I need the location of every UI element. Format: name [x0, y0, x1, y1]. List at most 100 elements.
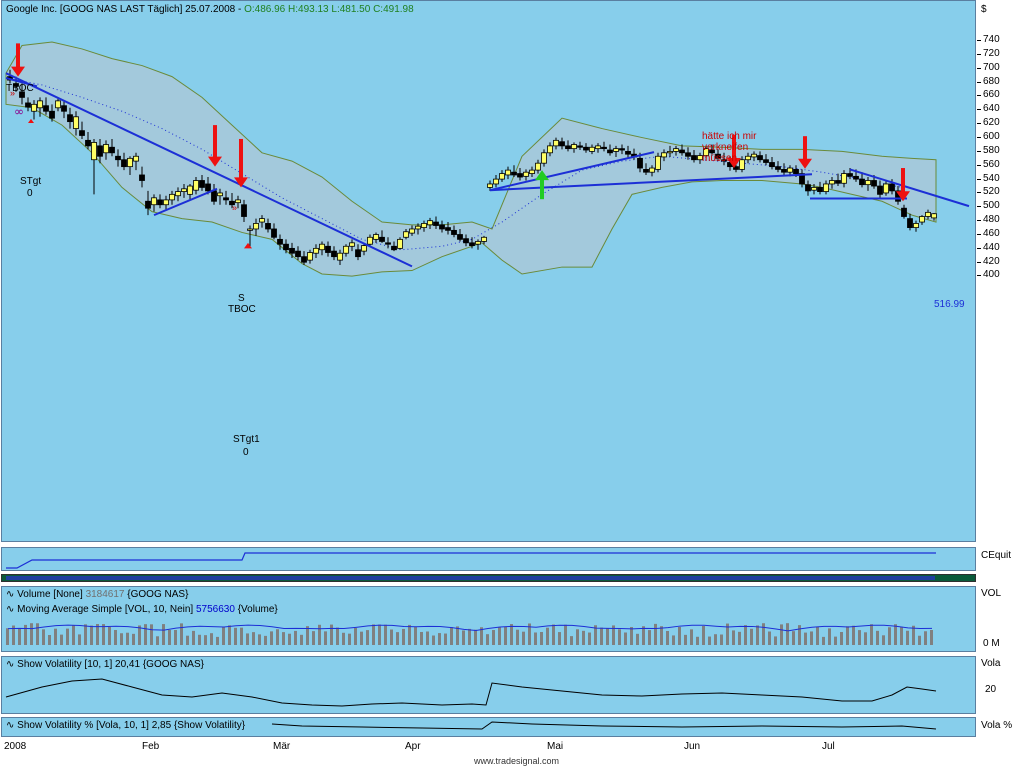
volume-bar [456, 626, 459, 645]
volume-title-icon: ∿ [6, 589, 15, 600]
volume-bar [828, 628, 831, 645]
candle-body [877, 185, 883, 195]
volume-ma-title: ∿ Moving Average Simple [VOL, 10, Nein] … [6, 604, 278, 615]
candle-body [853, 175, 859, 180]
candle-body [787, 167, 793, 173]
volume-bar [906, 630, 909, 645]
candle-body [307, 252, 313, 261]
volume-bar [798, 625, 801, 645]
volume-bar [192, 630, 195, 645]
candle-body [373, 234, 379, 240]
volume-bar [660, 626, 663, 645]
stgt1-arrow [244, 242, 252, 249]
volume-bar [276, 629, 279, 645]
candle-body [511, 171, 517, 176]
candle-body [619, 148, 625, 151]
marker-tboc-1: TBOC [6, 83, 34, 94]
price-chart-panel[interactable]: ∞»» Google Inc. [GOOG NAS LAST Täglich] … [1, 0, 976, 542]
price-tick-label: 580 [977, 144, 1000, 156]
candle-body [625, 151, 631, 155]
volume-bar [384, 624, 387, 645]
volume-bar [876, 630, 879, 645]
candle-body [859, 178, 865, 186]
volume-bar [846, 626, 849, 645]
candle-body [439, 224, 445, 230]
candle-body [757, 155, 763, 161]
stgt-1-arrow [28, 118, 34, 124]
candle-body [343, 245, 349, 254]
price-tick-label: 640 [977, 103, 1000, 115]
price-tick-label: 520 [977, 186, 1000, 198]
volume-bar [348, 633, 351, 645]
candle-body [577, 145, 583, 148]
volume-bar [264, 635, 267, 645]
candle-body [607, 149, 613, 154]
candle-body [277, 238, 283, 245]
candle-body [463, 238, 469, 244]
candle-body [331, 250, 337, 258]
volume-bar [534, 632, 537, 645]
candle-body [595, 145, 601, 150]
volatility-pct-panel[interactable]: ∿ Show Volatility % [Vola, 10, 1] 2,85 {… [1, 717, 976, 737]
volume-bar [426, 631, 429, 645]
candle-body [157, 199, 163, 206]
candle-body [523, 171, 529, 177]
candle-body [403, 231, 409, 238]
comment-line-1: hätte ich mir [702, 131, 757, 142]
volume-panel[interactable]: ∿ Volume [None] 3184617 {GOOG NAS} ∿ Mov… [1, 586, 976, 652]
candle-body [823, 183, 829, 192]
candle-body [583, 146, 589, 151]
candle-body [163, 199, 169, 206]
volume-bar [714, 634, 717, 645]
volatility-axis: Vola 20 [977, 656, 1024, 714]
volume-ma-title-icon: ∿ [6, 604, 15, 615]
candle-body [223, 197, 229, 201]
volume-bar [696, 636, 699, 645]
candle-body [133, 155, 139, 162]
volume-bar [90, 625, 93, 645]
volume-bar [78, 634, 81, 645]
candle-body [667, 151, 673, 154]
volume-bar [228, 625, 231, 645]
candle-body [637, 157, 643, 169]
volume-bar [36, 623, 39, 645]
volume-bar [522, 631, 525, 645]
volume-bar [402, 628, 405, 645]
volume-bar [438, 633, 441, 645]
price-tick-label: 720 [977, 47, 1000, 59]
candle-body [901, 207, 907, 217]
equity-panel[interactable] [1, 547, 976, 571]
price-tick-label: 500 [977, 200, 1000, 212]
candle-body [265, 223, 271, 230]
candle-body [127, 157, 133, 168]
candle-body [85, 139, 91, 147]
candle-body [145, 200, 151, 209]
volume-bar [408, 624, 411, 645]
volume-bar [288, 633, 291, 645]
candle-body [505, 169, 511, 176]
volatility-panel[interactable]: ∿ Show Volatility [10, 1] 20,41 {GOOG NA… [1, 656, 976, 714]
volume-bar [108, 626, 111, 645]
candle-body [73, 116, 79, 129]
volume-bar [744, 625, 747, 645]
volume-bar [324, 631, 327, 645]
x-label-mai: Mai [547, 741, 564, 752]
candle-body [661, 152, 667, 158]
volume-bar [396, 632, 399, 645]
marker-stgt1-value: 0 [243, 447, 249, 458]
volume-bar [234, 627, 237, 645]
candle-body [475, 241, 481, 245]
candle-body [319, 243, 325, 251]
candle-body [613, 148, 619, 152]
volume-bar [540, 631, 543, 645]
x-label-mar: Mär [273, 741, 291, 752]
candle-body [793, 169, 799, 174]
volume-bar [822, 636, 825, 645]
marker-stgt1: STgt1 [233, 434, 260, 445]
candle-body [139, 174, 145, 181]
volume-bar [606, 627, 609, 645]
volume-bar [774, 636, 777, 645]
volume-bar [312, 631, 315, 645]
candle-body [289, 247, 295, 254]
currency-label: $ [981, 4, 987, 15]
